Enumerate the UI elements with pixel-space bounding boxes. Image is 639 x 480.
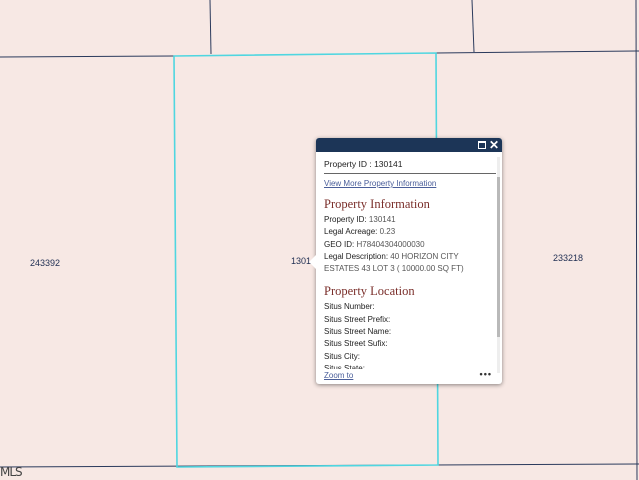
field-value: 0.23 [379, 227, 396, 237]
field-label: Situs Street Sufix: [324, 339, 388, 349]
property-location-list: Situs Number: Situs Street Prefix: Situs… [324, 301, 496, 369]
field-row: Legal Acreage: 0.23 [324, 226, 496, 238]
field-row: GEO ID: H78404304000030 [324, 239, 496, 251]
property-information-list: Property ID: 130141 Legal Acreage: 0.23 GE… [324, 214, 496, 275]
field-row: Situs Number: [324, 301, 496, 313]
field-label: Situs City: [324, 351, 361, 361]
popup-divider [324, 173, 496, 174]
popup-body[interactable]: Property ID : 130141 View More Property … [324, 157, 496, 369]
close-icon[interactable]: ✕ [488, 138, 500, 152]
property-location-heading: Property Location [324, 284, 415, 299]
field-label: Legal Acreage: [324, 227, 378, 237]
maximize-icon[interactable] [476, 138, 488, 152]
more-options-icon[interactable]: ••• [480, 369, 492, 379]
zoom-to-link[interactable]: Zoom to [324, 371, 353, 380]
view-more-link[interactable]: View More Property Information [324, 179, 496, 188]
field-label: Situs Street Name: [324, 327, 392, 337]
field-label: Property ID: [324, 215, 367, 224]
popup-scrollbar-thumb[interactable] [497, 177, 500, 337]
field-value: H78404304000030 [356, 239, 425, 249]
parcel-label-left: 243392 [30, 258, 61, 268]
property-information-heading: Property Information [324, 197, 430, 211]
field-value: 130141 [368, 215, 396, 224]
field-row: Situs Street Prefix: [324, 314, 496, 326]
field-row: Situs City: [324, 351, 496, 363]
popup-title: Property ID : 130141 [324, 159, 403, 169]
parcel-label-right: 233218 [553, 253, 584, 263]
popup-header: ✕ [316, 138, 502, 152]
popup-scrollbar[interactable] [497, 157, 500, 373]
field-label: GEO ID: [324, 239, 355, 249]
field-label: Situs State: [324, 363, 365, 369]
field-label: Situs Street Prefix: [324, 314, 391, 324]
field-label: Situs Number: [324, 302, 375, 312]
property-popup: ✕ Property ID : 130141 View More Propert… [309, 138, 502, 384]
popup-pointer [309, 255, 316, 269]
popup-footer: Zoom to ••• [324, 369, 492, 381]
field-row: Situs State: [324, 363, 496, 369]
field-row: Situs Street Name: [324, 326, 496, 338]
field-label: Legal Description: [324, 251, 389, 261]
field-row: Situs Street Sufix: [324, 338, 496, 350]
corner-watermark-text: MLS [0, 465, 23, 479]
field-row: Property ID: 130141 [324, 214, 496, 226]
field-row: Legal Description: 40 HORIZON CITY ESTAT… [324, 251, 496, 276]
